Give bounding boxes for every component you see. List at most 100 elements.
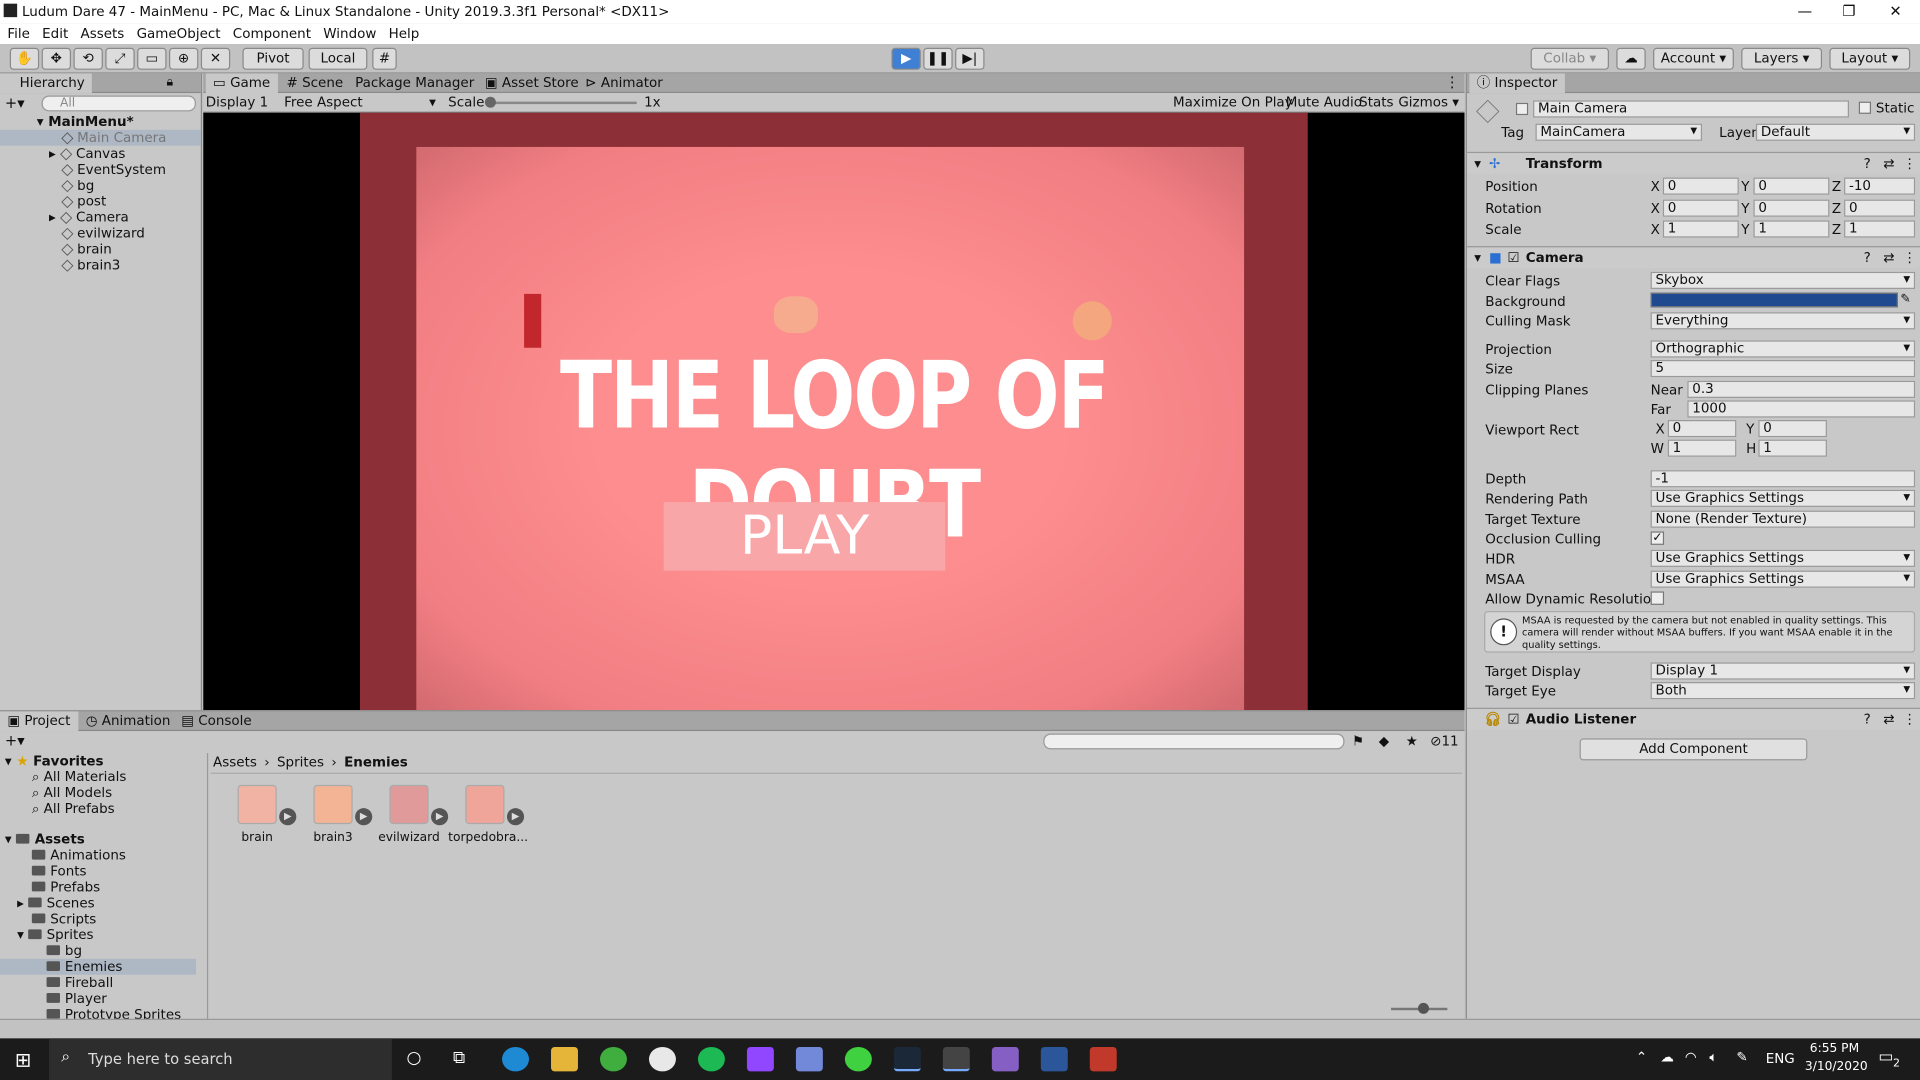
wifi-icon[interactable]: ◠ [1685, 1049, 1697, 1065]
hierarchy-item-evilwizard[interactable]: evilwizard [61, 225, 145, 241]
scene-root[interactable]: ▾ MainMenu* [37, 114, 196, 130]
folder-enemies[interactable]: Enemies [0, 958, 196, 975]
folder-prefabs[interactable]: Prefabs [31, 879, 100, 895]
play-game-button[interactable]: PLAY [663, 502, 946, 571]
tab-hierarchy[interactable]: Hierarchy [0, 73, 93, 94]
favorite-all-models[interactable]: ⌕ All Models [32, 785, 112, 801]
hierarchy-item-brain3[interactable]: brain3 [61, 257, 120, 273]
folder-sprites[interactable]: ▾ Sprites [17, 927, 93, 943]
create-button[interactable]: +▾ [5, 94, 32, 111]
add-component-button[interactable]: Add Component [1579, 738, 1808, 761]
menu-window[interactable]: Window [323, 23, 376, 44]
tab-scene[interactable]: # Scene [279, 73, 350, 93]
clear-flags-dropdown[interactable]: Skybox [1650, 271, 1916, 289]
collab-dropdown[interactable]: Collab ▾ [1530, 47, 1609, 70]
target-eye-dropdown[interactable]: Both [1650, 682, 1916, 700]
maximize-icon[interactable]: ❐ [1827, 0, 1871, 23]
tab-game[interactable]: ▭ Game [205, 73, 278, 94]
move-tool-icon[interactable]: ✥ [41, 47, 72, 70]
play-button[interactable]: ▶ [891, 47, 921, 70]
background-color-field[interactable] [1650, 292, 1898, 308]
network-icon[interactable]: ☁ [1660, 1049, 1673, 1065]
layout-dropdown[interactable]: Layout ▾ [1829, 47, 1911, 70]
hierarchy-item-canvas[interactable]: ▸ Canvas [49, 146, 125, 162]
winrar-icon[interactable] [1089, 1046, 1117, 1072]
menu-help[interactable]: Help [389, 23, 420, 44]
grid-snap-icon[interactable]: # [372, 47, 397, 70]
app-green-icon[interactable] [844, 1046, 872, 1072]
scale-tool-icon[interactable]: ⤢ [105, 47, 135, 70]
clock-date[interactable]: 3/10/2020 [1805, 1060, 1868, 1073]
word-icon[interactable] [1040, 1046, 1068, 1072]
rotation-x-field[interactable]: 0 [1662, 199, 1739, 217]
icon-size-slider-thumb[interactable] [1417, 1002, 1429, 1014]
volume-icon[interactable]: 🔈︎ [1709, 1049, 1717, 1066]
folder-scenes[interactable]: ▸ Scenes [17, 895, 95, 911]
folder-fireball[interactable]: Fireball [46, 975, 113, 991]
eyedropper-icon[interactable]: ✎ [1900, 293, 1910, 306]
windows-start-icon[interactable]: ⊞ [15, 1048, 31, 1071]
dynamic-resolution-checkbox[interactable] [1650, 591, 1665, 605]
stats-toggle[interactable]: Stats [1359, 94, 1393, 110]
camera-header[interactable]: ▾ ■ ☑ Camera ? ⇄ ⋮ [1466, 246, 1920, 269]
task-view-icon[interactable]: ⧉ [453, 1048, 465, 1068]
pen-icon[interactable]: ✎ [1736, 1049, 1747, 1065]
favorite-all-prefabs[interactable]: ⌕ All Prefabs [32, 801, 115, 817]
scale-x-field[interactable]: 1 [1662, 220, 1739, 238]
tab-project[interactable]: ▣ Project [0, 711, 78, 732]
favorites-node[interactable]: ▾ ★ Favorites [5, 753, 104, 769]
hierarchy-item-eventsystem[interactable]: EventSystem [61, 162, 166, 178]
position-x-field[interactable]: 0 [1662, 177, 1739, 195]
tab-package-manager[interactable]: Package Manager [348, 73, 482, 93]
hierarchy-search-input[interactable]: All [41, 95, 196, 112]
spotify-icon[interactable] [697, 1046, 725, 1072]
cortana-icon[interactable]: ○ [407, 1048, 422, 1068]
expand-evilwizard-icon[interactable]: ▶ [431, 808, 449, 826]
tray-chevron-icon[interactable]: ⌃ [1636, 1049, 1647, 1065]
position-y-field[interactable]: 0 [1753, 177, 1830, 195]
tag-dropdown[interactable]: MainCamera [1535, 123, 1703, 141]
viewport-y-field[interactable]: 0 [1758, 420, 1827, 438]
more-icon[interactable]: ⋮ [1445, 73, 1460, 90]
hierarchy-item-post[interactable]: post [61, 193, 106, 209]
depth-field[interactable]: -1 [1650, 470, 1916, 488]
cloud-icon[interactable]: ☁ [1616, 47, 1646, 70]
step-button[interactable]: ▶| [955, 47, 985, 70]
app-w-icon[interactable] [648, 1046, 676, 1072]
favorite-icon[interactable]: ★ [1406, 733, 1418, 749]
tab-asset-store[interactable]: ▣ Asset Store [478, 73, 586, 93]
layers-dropdown[interactable]: Layers ▾ [1741, 47, 1823, 70]
aspect-dropdown[interactable]: Free Aspect ▾ [284, 94, 438, 110]
target-texture-field[interactable]: None (Render Texture) [1650, 510, 1916, 528]
far-field[interactable]: 1000 [1687, 400, 1916, 418]
folder-scripts[interactable]: Scripts [31, 911, 96, 927]
krita-icon[interactable] [600, 1046, 627, 1072]
msaa-dropdown[interactable]: Use Graphics Settings [1650, 570, 1916, 588]
expand-torpedobrain-icon[interactable]: ▶ [506, 808, 525, 826]
tab-animation[interactable]: ◷ Animation [78, 711, 177, 731]
expand-brain-icon[interactable]: ▶ [279, 808, 297, 826]
taskbar-search-input[interactable]: ⌕ Type here to search [48, 1038, 392, 1080]
active-checkbox[interactable] [1515, 102, 1529, 116]
menu-assets[interactable]: Assets [80, 23, 124, 44]
target-display-dropdown[interactable]: Display 1 [1650, 662, 1916, 680]
breadcrumb-enemies[interactable]: Enemies [344, 754, 408, 770]
rect-tool-icon[interactable]: ▭ [137, 47, 167, 70]
mute-audio-toggle[interactable]: Mute Audio [1286, 94, 1362, 110]
filter-label-icon[interactable]: ◆ [1379, 733, 1389, 749]
scale-y-field[interactable]: 1 [1753, 220, 1830, 238]
tab-inspector[interactable]: ⓘ Inspector [1469, 73, 1565, 94]
hdr-dropdown[interactable]: Use Graphics Settings [1650, 549, 1916, 567]
size-field[interactable]: 5 [1650, 360, 1916, 378]
folder-fonts[interactable]: Fonts [31, 863, 87, 879]
local-toggle[interactable]: Local [308, 47, 368, 70]
projection-dropdown[interactable]: Orthographic [1650, 340, 1916, 358]
rotate-tool-icon[interactable]: ⟲ [73, 47, 103, 70]
breadcrumb-assets[interactable]: Assets [213, 754, 257, 770]
breadcrumb-sprites[interactable]: Sprites [277, 754, 324, 770]
game-viewport[interactable]: THE LOOP OF DOUBT PLAY [203, 112, 1465, 711]
viewport-h-field[interactable]: 1 [1758, 439, 1827, 457]
hierarchy-item-bg[interactable]: bg [61, 178, 94, 193]
rotation-z-field[interactable]: 0 [1844, 199, 1916, 217]
rendering-path-dropdown[interactable]: Use Graphics Settings [1650, 489, 1916, 507]
